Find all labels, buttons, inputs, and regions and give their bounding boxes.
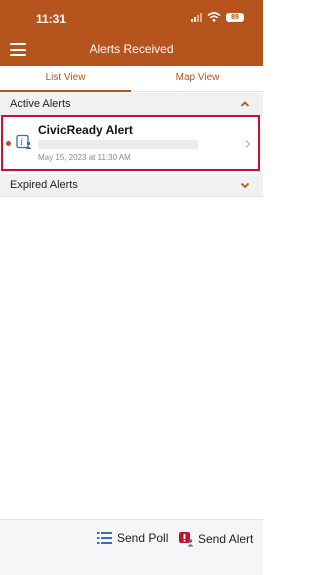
alert-preview-redacted [38, 140, 198, 149]
alert-title: CivicReady Alert [38, 123, 133, 137]
signal-icon [191, 12, 202, 22]
view-tabs: List View Map View [0, 66, 263, 92]
chevron-up-icon [240, 101, 250, 107]
alert-info-icon: i [16, 134, 32, 149]
send-alert-button[interactable]: Send Alert [178, 531, 253, 547]
expired-alerts-label: Expired Alerts [10, 179, 78, 191]
wifi-icon [207, 12, 221, 22]
alert-date: May 15, 2023 at 11:30 AM [38, 153, 131, 162]
send-alert-icon [179, 532, 194, 547]
app-header: 11:31 89 Alerts Received [0, 0, 263, 66]
status-time: 11:31 [36, 12, 67, 26]
svg-text:i: i [20, 138, 23, 148]
chevron-down-icon [240, 182, 250, 189]
battery-icon: 89 [226, 12, 244, 22]
send-poll-label: Send Poll [117, 531, 169, 545]
page-title: Alerts Received [89, 42, 174, 56]
expired-alerts-header[interactable]: Expired Alerts [0, 174, 263, 197]
tab-map-view[interactable]: Map View [132, 66, 263, 90]
active-alerts-label: Active Alerts [10, 98, 71, 110]
send-alert-label: Send Alert [198, 532, 254, 546]
chevron-right-icon [245, 140, 251, 148]
bottom-action-bar: Send Poll Send Alert [0, 519, 263, 575]
nav-bar: Alerts Received [0, 38, 263, 62]
unread-indicator [6, 141, 11, 146]
status-icons: 89 [191, 12, 244, 22]
tab-list-view[interactable]: List View [0, 66, 131, 92]
send-poll-button[interactable]: Send Poll [97, 531, 168, 545]
alert-list-item[interactable]: i CivicReady Alert May 15, 2023 at 11:30… [1, 115, 260, 171]
status-bar: 11:31 89 [0, 0, 263, 36]
active-alerts-header[interactable]: Active Alerts [0, 93, 263, 116]
poll-list-icon [97, 532, 112, 544]
